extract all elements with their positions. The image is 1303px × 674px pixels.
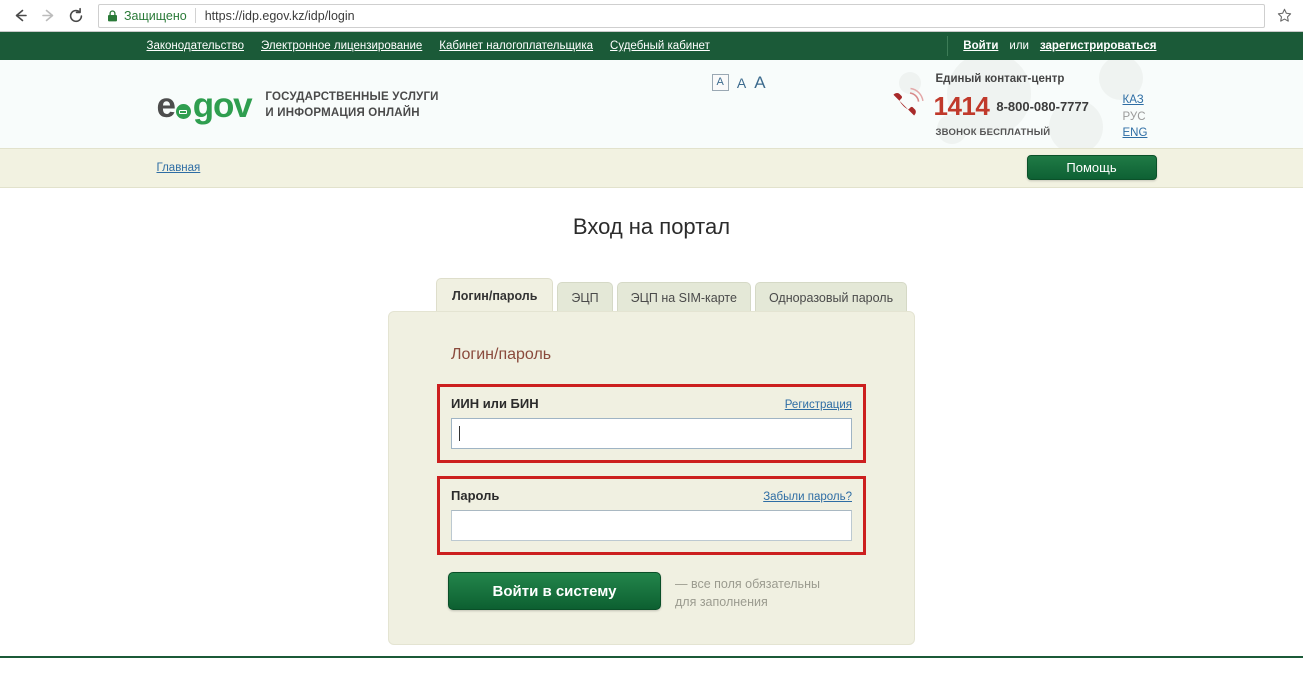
contact-short-number: 1414 bbox=[933, 91, 990, 121]
auth-links: Войти или зарегистрироваться bbox=[963, 40, 1156, 52]
forgot-password-link[interactable]: Забыли пароль? bbox=[763, 491, 852, 503]
reload-button[interactable] bbox=[62, 2, 90, 30]
top-navigation-bar: Законодательство Электронное лицензирова… bbox=[0, 32, 1303, 60]
password-input[interactable] bbox=[451, 510, 852, 541]
iin-field-group: ИИН или БИН Регистрация bbox=[437, 384, 866, 463]
nav-link-court-cabinet[interactable]: Судебный кабинет bbox=[610, 40, 710, 52]
text-caret bbox=[459, 426, 460, 441]
tab-digital-signature-sim[interactable]: ЭЦП на SIM-карте bbox=[616, 282, 751, 312]
lock-icon bbox=[108, 9, 117, 21]
nav-link-taxpayer-cabinet[interactable]: Кабинет налогоплательщика bbox=[439, 40, 593, 52]
forward-arrow-icon bbox=[41, 9, 53, 22]
required-fields-note: — все поля обязательны для заполнения bbox=[675, 577, 820, 609]
contact-center: Единый контакт-центр 1414 8-800-080-7777… bbox=[884, 73, 1099, 138]
breadcrumb-inner: Главная Помощь bbox=[147, 149, 1157, 187]
main-content: Вход на портал Логин/пароль ЭЦП ЭЦП на S… bbox=[0, 188, 1303, 658]
nav-link-legislation[interactable]: Законодательство bbox=[147, 40, 245, 52]
password-field-header: Пароль Забыли пароль? bbox=[451, 488, 852, 503]
browser-toolbar: Защищено https://idp.egov.kz/idp/login bbox=[0, 0, 1303, 32]
language-option-eng[interactable]: ENG bbox=[1123, 125, 1157, 142]
telephone-icon bbox=[892, 87, 924, 116]
egov-circle-arrow-icon bbox=[175, 104, 191, 119]
logo-letter-e: e bbox=[156, 86, 176, 125]
language-link-kaz[interactable]: КАЗ bbox=[1123, 94, 1144, 106]
address-bar[interactable]: Защищено https://idp.egov.kz/idp/login bbox=[98, 3, 1265, 28]
iin-field-label: ИИН или БИН bbox=[451, 396, 539, 411]
star-icon bbox=[1277, 8, 1291, 22]
egov-logo-mark: e gov bbox=[156, 86, 253, 125]
language-option-kaz[interactable]: КАЗ bbox=[1123, 92, 1157, 109]
help-button[interactable]: Помощь bbox=[1026, 155, 1157, 180]
tab-digital-signature[interactable]: ЭЦП bbox=[557, 282, 613, 312]
egov-logo[interactable]: e gov ГОСУДАРСТВЕННЫЕ УСЛУГИ И ИНФОРМАЦИ… bbox=[157, 88, 439, 123]
iin-input[interactable] bbox=[451, 418, 852, 449]
reload-icon bbox=[69, 7, 83, 22]
omnibox-divider bbox=[194, 8, 196, 23]
language-switcher: КАЗ РУС ENG bbox=[1123, 92, 1157, 142]
logo-word-gov: gov bbox=[192, 86, 253, 125]
top-navigation-inner: Законодательство Электронное лицензирова… bbox=[147, 32, 1157, 60]
login-method-tabs: Логин/пароль ЭЦП ЭЦП на SIM-карте Однора… bbox=[388, 278, 915, 312]
secure-label: Защищено bbox=[124, 8, 187, 23]
breadcrumb-bar: Главная Помощь bbox=[0, 148, 1303, 188]
site-header: e gov ГОСУДАРСТВЕННЫЕ УСЛУГИ И ИНФОРМАЦИ… bbox=[0, 60, 1303, 148]
font-size-small-button[interactable]: A bbox=[711, 74, 729, 91]
login-card-wrapper: Логин/пароль ЭЦП ЭЦП на SIM-карте Однора… bbox=[388, 278, 915, 645]
login-card-heading: Логин/пароль bbox=[451, 346, 552, 363]
logo-tagline: ГОСУДАРСТВЕННЫЕ УСЛУГИ И ИНФОРМАЦИЯ ОНЛА… bbox=[265, 90, 438, 120]
contact-center-row: 1414 8-800-080-7777 bbox=[884, 87, 1099, 125]
nav-link-e-licensing[interactable]: Электронное лицензирование bbox=[261, 40, 422, 52]
url-text: https://idp.egov.kz/idp/login bbox=[204, 8, 355, 23]
back-button[interactable] bbox=[6, 2, 34, 30]
iin-field-header: ИИН или БИН Регистрация bbox=[451, 396, 852, 411]
back-arrow-icon bbox=[15, 9, 27, 22]
registration-link[interactable]: Регистрация bbox=[785, 399, 852, 411]
breadcrumb-home-link[interactable]: Главная bbox=[157, 162, 201, 174]
auth-separator: или bbox=[1009, 40, 1029, 52]
login-card: Логин/пароль ИИН или БИН Регистрация Пар… bbox=[388, 311, 915, 645]
page-title: Вход на портал bbox=[572, 214, 731, 239]
font-size-medium-button[interactable]: A bbox=[737, 76, 746, 91]
bookmark-button[interactable] bbox=[1271, 3, 1297, 29]
password-field-label: Пароль bbox=[451, 488, 500, 503]
register-link[interactable]: зарегистрироваться bbox=[1040, 40, 1157, 52]
tab-one-time-password[interactable]: Одноразовый пароль bbox=[754, 282, 908, 312]
font-size-large-button[interactable]: A bbox=[754, 74, 765, 91]
tab-login-password[interactable]: Логин/пароль bbox=[436, 278, 554, 312]
language-link-eng[interactable]: ENG bbox=[1123, 127, 1148, 139]
page-bottom-rule bbox=[0, 656, 1303, 658]
forward-button[interactable] bbox=[34, 2, 62, 30]
contact-free-note: ЗВОНОК БЕСПЛАТНЫЙ bbox=[935, 127, 1051, 138]
font-size-switcher: A A A bbox=[711, 74, 766, 91]
submit-row: Войти в систему — все поля обязательны д… bbox=[437, 572, 866, 612]
login-link[interactable]: Войти bbox=[963, 40, 998, 52]
nav-divider bbox=[946, 36, 948, 56]
password-field-group: Пароль Забыли пароль? bbox=[437, 476, 866, 555]
login-submit-button[interactable]: Войти в систему bbox=[448, 572, 661, 610]
language-option-rus: РУС bbox=[1122, 110, 1146, 123]
logo-tagline-line1: ГОСУДАРСТВЕННЫЕ УСЛУГИ bbox=[265, 91, 439, 104]
contact-full-number: 8-800-080-7777 bbox=[996, 98, 1089, 114]
site-header-inner: e gov ГОСУДАРСТВЕННЫЕ УСЛУГИ И ИНФОРМАЦИ… bbox=[147, 60, 1157, 148]
contact-center-title: Единый контакт-центр bbox=[935, 73, 1065, 85]
logo-tagline-line2: И ИНФОРМАЦИЯ ОНЛАЙН bbox=[265, 106, 420, 119]
